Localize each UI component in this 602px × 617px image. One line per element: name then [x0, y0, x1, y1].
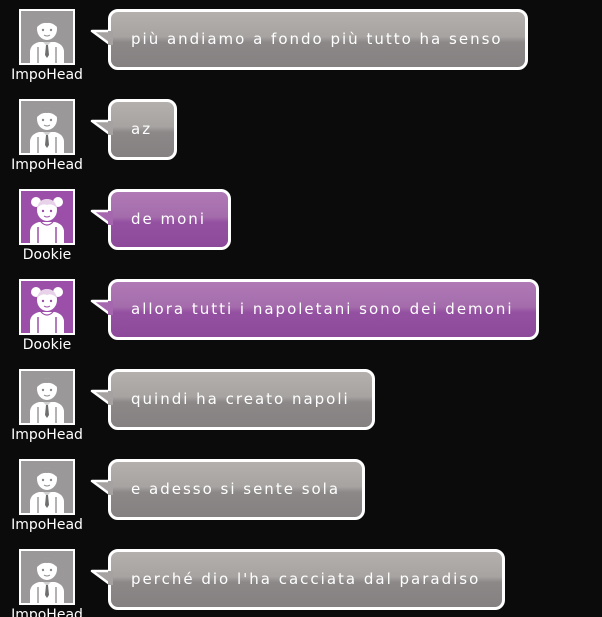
message-bubble: allora tutti i napoletani sono dei demon…	[108, 279, 539, 340]
bubble-tail-join	[108, 301, 113, 315]
message-bubble: az	[108, 99, 178, 160]
male-avatar-icon[interactable]	[19, 99, 75, 155]
username[interactable]: ImpoHead	[0, 606, 94, 617]
chat-message: ImpoHead e adesso si sente sola	[0, 450, 602, 540]
male-avatar-icon[interactable]	[19, 459, 75, 515]
chat-log: ImpoHead più andiamo a fondo più tutto ha…	[0, 0, 602, 617]
bubble-tail-join	[108, 211, 113, 225]
male-avatar-icon[interactable]	[19, 369, 75, 425]
chat-message: ImpoHead quindi ha creato napoli	[0, 360, 602, 450]
chat-message: ImpoHead più andiamo a fondo più tutto ha…	[0, 0, 602, 90]
chat-message: ImpoHead az	[0, 90, 602, 180]
bubble-tail-join	[108, 121, 113, 135]
message-bubble: più andiamo a fondo più tutto ha senso	[108, 9, 528, 70]
chat-message: Dookie de moni	[0, 180, 602, 270]
male-avatar-icon[interactable]	[19, 9, 75, 65]
username[interactable]: ImpoHead	[0, 156, 94, 174]
bubble-tail-join	[108, 31, 113, 45]
username[interactable]: ImpoHead	[0, 516, 94, 534]
message-bubble: quindi ha creato napoli	[108, 369, 375, 430]
male-avatar-icon[interactable]	[19, 549, 75, 605]
bubble-tail-join	[108, 391, 113, 405]
chat-message: Dookie allora tutti i napoletani sono dei…	[0, 270, 602, 360]
username[interactable]: ImpoHead	[0, 66, 94, 84]
female-avatar-icon[interactable]	[19, 279, 75, 335]
username[interactable]: Dookie	[0, 246, 94, 264]
female-avatar-icon[interactable]	[19, 189, 75, 245]
chat-message: ImpoHead perché dio l'ha cacciata dal par…	[0, 540, 602, 617]
message-bubble: e adesso si sente sola	[108, 459, 366, 520]
bubble-tail-join	[108, 571, 113, 585]
bubble-tail-join	[108, 481, 113, 495]
username[interactable]: ImpoHead	[0, 426, 94, 444]
username[interactable]: Dookie	[0, 336, 94, 354]
message-bubble: de moni	[108, 189, 231, 250]
message-bubble: perché dio l'ha cacciata dal paradiso	[108, 549, 506, 610]
